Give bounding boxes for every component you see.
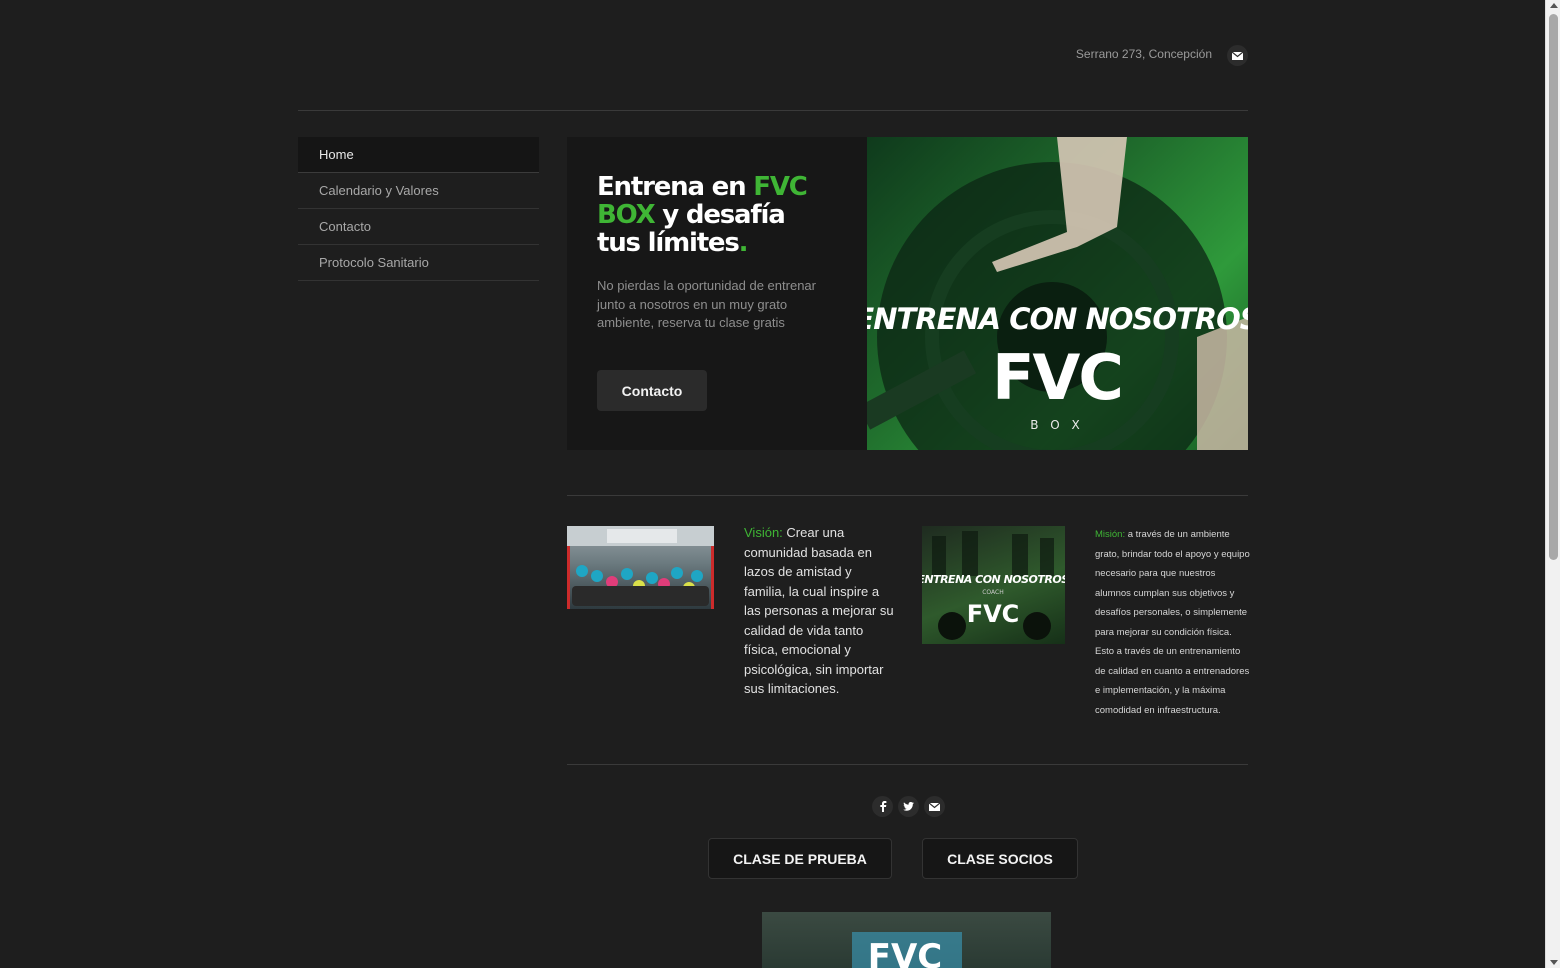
twitter-link[interactable] xyxy=(898,796,919,817)
bottom-promo-image: FVC xyxy=(762,912,1051,968)
svg-text:B O X: B O X xyxy=(1030,418,1084,432)
hero-text: Entrena en FVC BOX y desafía tus límites… xyxy=(597,173,817,333)
mision-label: Misión: xyxy=(1095,529,1126,540)
contact-button[interactable]: Contacto xyxy=(597,370,707,411)
svg-text:FVC: FVC xyxy=(868,937,943,968)
hero-section: Entrena en FVC BOX y desafía tus límites… xyxy=(567,137,1248,450)
scroll-up-arrow-icon[interactable] xyxy=(1550,3,1558,8)
hero-subtitle: No pierdas la oportunidad de entrenar ju… xyxy=(597,278,816,330)
svg-text:FVC: FVC xyxy=(967,600,1020,628)
mail-icon xyxy=(929,802,940,811)
hero-title: Entrena en FVC BOX y desafía tus límites… xyxy=(597,172,808,258)
scrollbar-thumb[interactable] xyxy=(1549,14,1558,560)
weight-plate-graphic: ENTRENA CON NOSOTROS FVC B O X xyxy=(867,137,1248,450)
vision-label: Visión: xyxy=(744,525,783,540)
nav-item-calendario[interactable]: Calendario y Valores xyxy=(298,173,539,209)
svg-text:ENTRENA CON NOSOTROS: ENTRENA CON NOSOTROS xyxy=(867,302,1248,336)
scroll-down-arrow-icon[interactable] xyxy=(1550,960,1558,965)
svg-text:COACH: COACH xyxy=(982,589,1004,596)
facebook-link[interactable] xyxy=(872,796,893,817)
members-class-button[interactable]: CLASE SOCIOS xyxy=(922,838,1078,879)
section-divider xyxy=(567,495,1248,496)
svg-text:FVC: FVC xyxy=(992,341,1122,414)
sidebar-nav: Home Calendario y Valores Contacto Proto… xyxy=(298,137,539,281)
mail-icon xyxy=(1232,51,1243,60)
mision-text: Misión: a través de un ambiente grato, b… xyxy=(1095,529,1250,716)
mail-link[interactable] xyxy=(924,796,945,817)
header-address: Serrano 273, Concepción xyxy=(1075,47,1212,61)
page-scrollbar[interactable] xyxy=(1545,0,1560,968)
section-divider xyxy=(567,764,1248,765)
twitter-icon xyxy=(903,802,914,811)
facebook-icon xyxy=(879,801,886,812)
nav-item-contacto[interactable]: Contacto xyxy=(298,209,539,245)
nav-item-protocolo[interactable]: Protocolo Sanitario xyxy=(298,245,539,281)
group-photo xyxy=(567,526,714,609)
vision-text: Visión: Crear una comunidad basada en la… xyxy=(744,525,894,696)
trial-class-button[interactable]: CLASE DE PRUEBA xyxy=(708,838,892,879)
header-mail-button[interactable] xyxy=(1227,45,1248,66)
svg-text:ENTRENA CON NOSOTROS: ENTRENA CON NOSOTROS xyxy=(922,573,1065,586)
site-header: Serrano 273, Concepción xyxy=(298,0,1248,111)
hero-banner-image: ENTRENA CON NOSOTROS FVC B O X xyxy=(867,137,1248,450)
nav-item-home[interactable]: Home xyxy=(298,137,539,173)
coach-image: ENTRENA CON NOSOTROS COACH FVC xyxy=(922,526,1065,644)
